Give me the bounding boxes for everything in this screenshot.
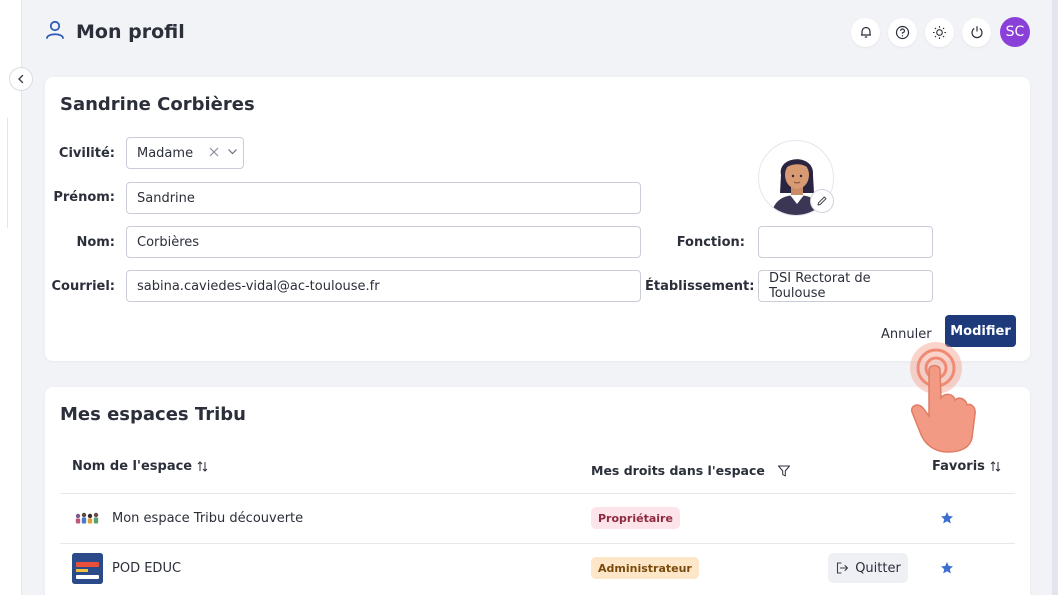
quit-label: Quitter: [855, 560, 901, 576]
bell-icon[interactable]: [851, 17, 880, 47]
nom-field[interactable]: Corbières: [126, 226, 641, 258]
space-logo-icon: [72, 504, 103, 535]
civilite-select[interactable]: Madame: [126, 137, 244, 169]
collapse-sidebar-button[interactable]: [9, 67, 33, 91]
chevron-left-icon: [18, 74, 24, 84]
space-name[interactable]: Mon espace Tribu découverte: [112, 511, 303, 526]
courriel-label: Courriel:: [51, 279, 115, 294]
fonction-field[interactable]: [758, 226, 933, 258]
sort-icon[interactable]: [196, 460, 209, 473]
avatar[interactable]: SC: [1000, 17, 1030, 47]
prenom-field[interactable]: Sandrine: [126, 182, 641, 214]
prenom-label: Prénom:: [53, 190, 115, 205]
col-rights-header[interactable]: Mes droits dans l'espace: [591, 463, 791, 478]
profile-card: Sandrine Corbières Civilité: Madame Prén…: [45, 77, 1030, 361]
fonction-label: Fonction:: [676, 235, 745, 250]
spaces-card: Mes espaces Tribu Nom de l'espace Mes dr…: [45, 387, 1030, 595]
etablissement-field[interactable]: DSI Rectorat de Toulouse: [758, 270, 933, 302]
sort-icon[interactable]: [989, 460, 1002, 473]
col-favorites-label: Favoris: [932, 459, 985, 474]
chevron-down-icon[interactable]: [227, 146, 238, 161]
spaces-title: Mes espaces Tribu: [60, 404, 246, 425]
page-header: Mon profil SC: [44, 15, 1030, 49]
row-divider: [60, 543, 1015, 544]
power-icon[interactable]: [962, 17, 991, 47]
quit-space-button[interactable]: Quitter: [828, 553, 908, 583]
modify-button[interactable]: Modifier: [945, 315, 1016, 347]
star-icon[interactable]: [940, 561, 954, 575]
user-icon: [44, 19, 66, 45]
page-title: Mon profil: [76, 21, 185, 43]
space-name[interactable]: POD EDUC: [112, 561, 181, 576]
rights-badge: Administrateur: [591, 557, 699, 579]
etablissement-label: Établissement:: [645, 279, 755, 294]
edit-photo-button[interactable]: [810, 189, 834, 213]
star-icon[interactable]: [940, 511, 954, 525]
filter-icon[interactable]: [777, 464, 791, 478]
col-rights-label: Mes droits dans l'espace: [591, 463, 765, 478]
help-icon[interactable]: [888, 17, 917, 47]
col-favorites-header[interactable]: Favoris: [932, 459, 1002, 474]
sun-icon[interactable]: [925, 17, 954, 47]
civilite-value: Madame: [137, 145, 194, 161]
col-name-label: Nom de l'espace: [72, 459, 193, 474]
courriel-field[interactable]: sabina.caviedes-vidal@ac-toulouse.fr: [126, 270, 641, 302]
scrollbar[interactable]: [1052, 0, 1058, 595]
space-logo-icon: [72, 553, 103, 584]
rights-badge: Propriétaire: [591, 507, 680, 529]
cancel-button[interactable]: Annuler: [873, 319, 940, 349]
nom-label: Nom:: [76, 235, 115, 250]
logout-icon: [837, 562, 849, 574]
sidebar-highlight: [0, 118, 8, 228]
col-name-header[interactable]: Nom de l'espace: [72, 459, 209, 474]
civilite-label: Civilité:: [58, 146, 115, 161]
clear-icon[interactable]: [209, 146, 219, 161]
profile-name: Sandrine Corbières: [60, 94, 255, 115]
row-divider: [60, 493, 1015, 494]
pencil-icon: [817, 196, 827, 206]
